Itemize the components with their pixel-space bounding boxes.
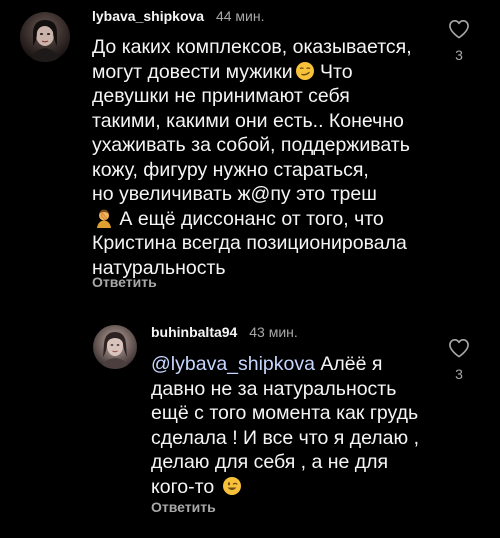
timestamp: 43 мин. bbox=[249, 324, 298, 340]
reply-button[interactable]: Ответить bbox=[92, 274, 157, 290]
like-button[interactable]: 3 bbox=[446, 338, 472, 382]
avatar-portrait-icon bbox=[30, 20, 60, 62]
like-button[interactable]: 3 bbox=[446, 19, 472, 63]
reply-comment: buhinbalta94 43 мин. @lybava_shipkova Ал… bbox=[0, 315, 500, 538]
avatar-portrait-icon bbox=[101, 332, 129, 369]
username[interactable]: buhinbalta94 bbox=[151, 324, 237, 340]
comment-meta: buhinbalta94 43 мин. bbox=[151, 324, 298, 340]
mention-link[interactable]: @lybava_shipkova bbox=[151, 353, 315, 375]
heart-icon bbox=[449, 339, 469, 358]
timestamp: 44 мин. bbox=[215, 8, 265, 24]
avatar[interactable] bbox=[20, 12, 70, 62]
person-facepalming-icon bbox=[94, 208, 114, 228]
smirking-face-icon bbox=[295, 61, 315, 81]
avatar[interactable] bbox=[93, 325, 137, 369]
comment-meta: lybava_shipkova 44 мин. bbox=[92, 8, 264, 24]
like-count: 3 bbox=[455, 366, 463, 382]
comment-text: @lybava_shipkova Алёё я давно не за нату… bbox=[151, 352, 441, 499]
like-count: 3 bbox=[455, 47, 463, 63]
comment: lybava_shipkova 44 мин. До каких комплек… bbox=[0, 0, 500, 300]
winking-face-icon bbox=[222, 476, 242, 496]
comment-text: До каких комплексов, оказывается, могут … bbox=[92, 35, 437, 280]
heart-icon bbox=[449, 20, 469, 39]
comment-text-part: До каких комплексов, оказывается, могут … bbox=[92, 36, 412, 83]
username[interactable]: lybava_shipkova bbox=[92, 8, 204, 24]
comment-text-part: А ещё диссонанс от того, что Кристина вс… bbox=[92, 207, 407, 279]
reply-button[interactable]: Ответить bbox=[151, 499, 216, 515]
